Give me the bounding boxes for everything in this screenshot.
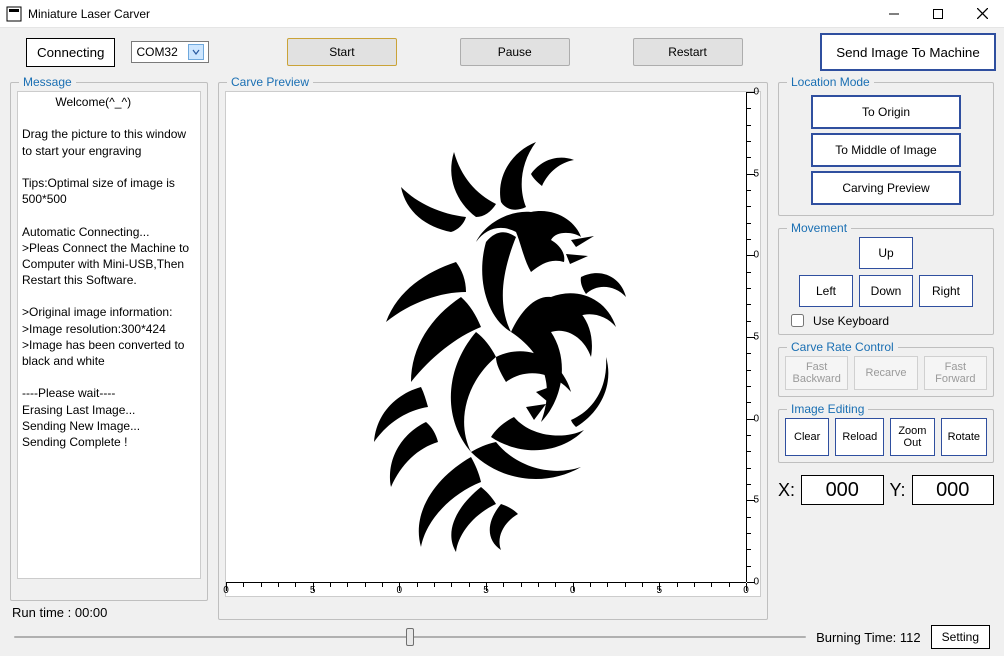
carve-rate-title: Carve Rate Control bbox=[787, 340, 898, 354]
restart-button[interactable]: Restart bbox=[633, 38, 743, 66]
slider-thumb[interactable] bbox=[406, 628, 414, 646]
move-up-button[interactable]: Up bbox=[859, 237, 913, 269]
recarve-button: Recarve bbox=[854, 356, 917, 390]
location-mode-title: Location Mode bbox=[787, 75, 874, 89]
chevron-down-icon bbox=[188, 44, 204, 60]
message-log[interactable] bbox=[17, 91, 201, 579]
ruler-bottom: 0505050 bbox=[226, 582, 746, 596]
move-down-button[interactable]: Down bbox=[859, 275, 913, 307]
send-image-button[interactable]: Send Image To Machine bbox=[820, 33, 996, 71]
preview-image bbox=[326, 132, 626, 556]
location-mode-panel: Location Mode To Origin To Middle of Ima… bbox=[778, 82, 994, 216]
y-label: Y: bbox=[890, 480, 906, 501]
app-title: Miniature Laser Carver bbox=[28, 7, 150, 21]
pause-button[interactable]: Pause bbox=[460, 38, 570, 66]
carve-rate-panel: Carve Rate Control Fast Backward Recarve… bbox=[778, 347, 994, 397]
preview-panel: Carve Preview 0505050 0505050 bbox=[218, 82, 768, 620]
burning-slider[interactable] bbox=[14, 628, 806, 646]
image-editing-title: Image Editing bbox=[787, 402, 868, 416]
move-right-button[interactable]: Right bbox=[919, 275, 973, 307]
clear-button[interactable]: Clear bbox=[785, 418, 829, 456]
ruler-right: 0505050 bbox=[746, 92, 760, 582]
x-label: X: bbox=[778, 480, 795, 501]
reload-button[interactable]: Reload bbox=[835, 418, 884, 456]
burning-time-label: Burning Time: 112 bbox=[816, 630, 921, 645]
message-panel-title: Message bbox=[19, 75, 76, 89]
use-keyboard-label: Use Keyboard bbox=[813, 314, 889, 328]
top-toolbar: Connecting COM32 Start Pause Restart Sen… bbox=[0, 28, 1004, 76]
y-value: 000 bbox=[912, 475, 994, 505]
x-value: 000 bbox=[801, 475, 883, 505]
rotate-button[interactable]: Rotate bbox=[941, 418, 987, 456]
movement-title: Movement bbox=[787, 221, 851, 235]
fast-forward-button: Fast Forward bbox=[924, 356, 987, 390]
movement-panel: Movement Up Left Down Right Use Keyboard bbox=[778, 228, 994, 335]
com-port-value: COM32 bbox=[136, 45, 177, 59]
close-button[interactable] bbox=[960, 0, 1004, 28]
maximize-button[interactable] bbox=[916, 0, 960, 28]
image-editing-panel: Image Editing Clear Reload Zoom Out Rota… bbox=[778, 409, 994, 463]
preview-panel-title: Carve Preview bbox=[227, 75, 313, 89]
carving-preview-button[interactable]: Carving Preview bbox=[811, 171, 961, 205]
connecting-button[interactable]: Connecting bbox=[26, 38, 115, 67]
move-left-button[interactable]: Left bbox=[799, 275, 853, 307]
zoom-out-button[interactable]: Zoom Out bbox=[890, 418, 934, 456]
preview-canvas[interactable]: 0505050 0505050 bbox=[225, 91, 761, 597]
coords-display: X: 000 Y: 000 bbox=[778, 469, 994, 505]
to-origin-button[interactable]: To Origin bbox=[811, 95, 961, 129]
fast-backward-button: Fast Backward bbox=[785, 356, 848, 390]
message-panel: Message bbox=[10, 82, 208, 601]
setting-button[interactable]: Setting bbox=[931, 625, 990, 649]
com-port-select[interactable]: COM32 bbox=[131, 41, 209, 63]
minimize-button[interactable] bbox=[872, 0, 916, 28]
bottom-bar: Burning Time: 112 Setting bbox=[0, 620, 1004, 654]
app-icon bbox=[6, 6, 22, 22]
run-time-label: Run time : 00:00 bbox=[10, 601, 208, 620]
to-middle-button[interactable]: To Middle of Image bbox=[811, 133, 961, 167]
window-titlebar: Miniature Laser Carver bbox=[0, 0, 1004, 28]
start-button[interactable]: Start bbox=[287, 38, 397, 66]
use-keyboard-checkbox[interactable] bbox=[791, 314, 804, 327]
